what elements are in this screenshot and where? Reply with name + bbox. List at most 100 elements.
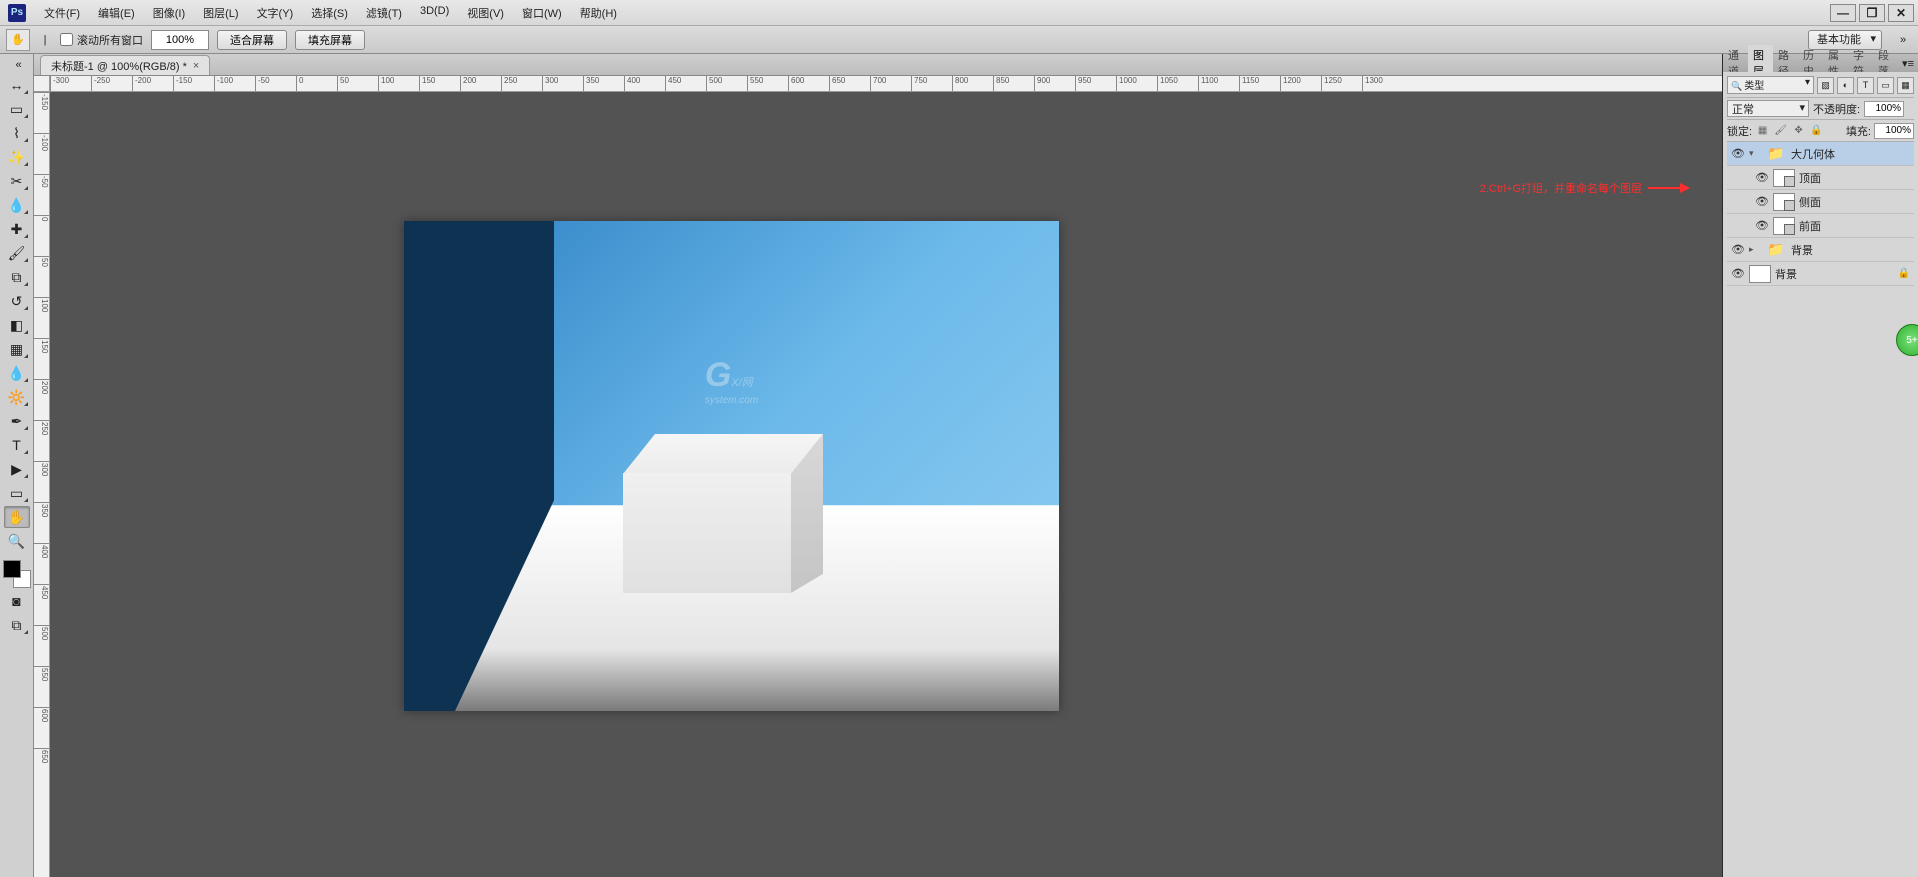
lock-pixels-icon[interactable]: 🖌 [1773,123,1788,138]
menu-item[interactable]: 图像(I) [145,2,193,24]
ruler-tick: 650 [34,748,49,789]
canvas-viewport[interactable]: -300-250-200-150-100-5005010015020025030… [34,76,1722,877]
filter-adjust-icon[interactable]: ◐ [1837,77,1854,94]
color-swatches[interactable] [3,560,31,588]
type-tool[interactable]: T [4,434,30,456]
fill-input[interactable] [1874,123,1914,139]
blend-mode-select[interactable]: 正常 [1727,100,1809,117]
layer-row[interactable]: 👁 前面 [1727,214,1914,238]
visibility-toggle-icon[interactable]: 👁 [1755,171,1769,184]
toolbox-collapse-icon[interactable]: « [10,58,28,72]
menu-item[interactable]: 滤镜(T) [358,2,410,24]
layer-name[interactable]: 侧面 [1799,194,1821,210]
lasso-tool[interactable]: ⌇ [4,122,30,144]
filter-smart-icon[interactable]: ▦ [1897,77,1914,94]
zoom-input[interactable] [151,30,209,50]
opacity-input[interactable] [1864,101,1904,117]
menu-item[interactable]: 窗口(W) [514,2,570,24]
ruler-tick: 1250 [1321,76,1362,91]
workspace-selector[interactable]: 基本功能 [1808,30,1882,50]
dodge-tool[interactable]: 🔆 [4,386,30,408]
lock-transparent-icon[interactable]: ▦ [1755,123,1770,138]
layer-row[interactable]: 👁▸📁背景 [1727,238,1914,262]
ruler-tick: 600 [788,76,829,91]
quick-mask-toggle[interactable]: ◙ [4,590,30,612]
history-brush-tool[interactable]: ↺ [4,290,30,312]
menu-item[interactable]: 选择(S) [303,2,356,24]
close-tab-icon[interactable]: × [193,60,199,72]
canvas[interactable]: GX/网 system.com [404,221,1059,711]
healing-tool[interactable]: ✚ [4,218,30,240]
folder-icon: 📁 [1765,145,1787,163]
visibility-toggle-icon[interactable]: 👁 [1731,147,1745,160]
move-tool[interactable]: ↔ [4,74,30,96]
gradient-tool[interactable]: ▦ [4,338,30,360]
ruler-tick: -100 [214,76,255,91]
visibility-toggle-icon[interactable]: 👁 [1731,243,1745,256]
menu-item[interactable]: 图层(L) [195,2,246,24]
annotation-arrow-icon [1648,187,1688,189]
layer-name[interactable]: 前面 [1799,218,1821,234]
group-toggle-icon[interactable]: ▸ [1749,244,1761,255]
pen-tool[interactable]: ✒ [4,410,30,432]
layer-row[interactable]: 👁背景🔒 [1727,262,1914,286]
lock-all-icon[interactable]: 🔒 [1809,123,1824,138]
path-select-tool[interactable]: ▶ [4,458,30,480]
menu-item[interactable]: 3D(D) [412,2,457,24]
menu-item[interactable]: 视图(V) [459,2,512,24]
filter-type-select[interactable]: 类型 [1727,76,1814,94]
visibility-toggle-icon[interactable]: 👁 [1755,219,1769,232]
foreground-color-swatch[interactable] [3,560,21,578]
menu-item[interactable]: 文件(F) [36,2,88,24]
minimize-button[interactable]: — [1830,4,1856,22]
layer-name[interactable]: 背景 [1791,242,1813,258]
menu-item[interactable]: 编辑(E) [90,2,143,24]
hand-tool-icon[interactable]: ✋ [6,29,30,51]
layer-thumbnail[interactable] [1773,169,1795,187]
group-toggle-icon[interactable]: ▾ [1749,148,1761,159]
shape-tool[interactable]: ▭ [4,482,30,504]
layer-thumbnail[interactable] [1773,193,1795,211]
brush-tool[interactable]: 🖌 [4,242,30,264]
panel-menu-icon[interactable]: ▾≡ [1898,57,1918,70]
eraser-tool[interactable]: ◧ [4,314,30,336]
eyedropper-tool[interactable]: 💧 [4,194,30,216]
zoom-tool[interactable]: 🔍 [4,530,30,552]
marquee-tool[interactable]: ▭ [4,98,30,120]
visibility-toggle-icon[interactable]: 👁 [1755,195,1769,208]
crop-tool[interactable]: ✂ [4,170,30,192]
layer-row[interactable]: 👁 侧面 [1727,190,1914,214]
ruler-tick: -150 [34,92,49,133]
layer-name[interactable]: 大几何体 [1791,146,1835,162]
scroll-all-checkbox[interactable]: 滚动所有窗口 [60,32,143,48]
layer-thumbnail[interactable] [1749,265,1771,283]
filter-shape-icon[interactable]: ▭ [1877,77,1894,94]
close-button[interactable]: ✕ [1888,4,1914,22]
maximize-button[interactable]: ❐ [1859,4,1885,22]
layer-name[interactable]: 顶面 [1799,170,1821,186]
menu-item[interactable]: 文字(Y) [249,2,302,24]
fit-screen-button[interactable]: 适合屏幕 [217,30,287,50]
layer-thumbnail[interactable] [1773,217,1795,235]
ruler-origin[interactable] [34,76,50,92]
lock-position-icon[interactable]: ✥ [1791,123,1806,138]
fill-screen-button[interactable]: 填充屏幕 [295,30,365,50]
hand-tool[interactable]: ✋ [4,506,30,528]
screen-mode-toggle[interactable]: ⧉ [4,614,30,636]
visibility-toggle-icon[interactable]: 👁 [1731,267,1745,280]
ruler-tick: 950 [1075,76,1116,91]
ruler-horizontal[interactable]: -300-250-200-150-100-5005010015020025030… [50,76,1722,92]
scroll-all-input[interactable] [60,33,73,46]
stamp-tool[interactable]: ⧉ [4,266,30,288]
layer-row[interactable]: 👁 ▾ 📁大几何体 [1727,142,1914,166]
ruler-vertical[interactable]: -150-100-5005010015020025030035040045050… [34,92,50,877]
menu-item[interactable]: 帮助(H) [572,2,625,24]
magic-wand-tool[interactable]: ✨ [4,146,30,168]
document-tab[interactable]: 未标题-1 @ 100%(RGB/8) * × [40,55,210,75]
layer-row[interactable]: 👁 顶面 [1727,166,1914,190]
blur-tool[interactable]: 💧 [4,362,30,384]
ruler-tick: 450 [34,584,49,625]
filter-pixel-icon[interactable]: ▧ [1817,77,1834,94]
layer-name[interactable]: 背景 [1775,266,1797,282]
filter-type-icon[interactable]: T [1857,77,1874,94]
